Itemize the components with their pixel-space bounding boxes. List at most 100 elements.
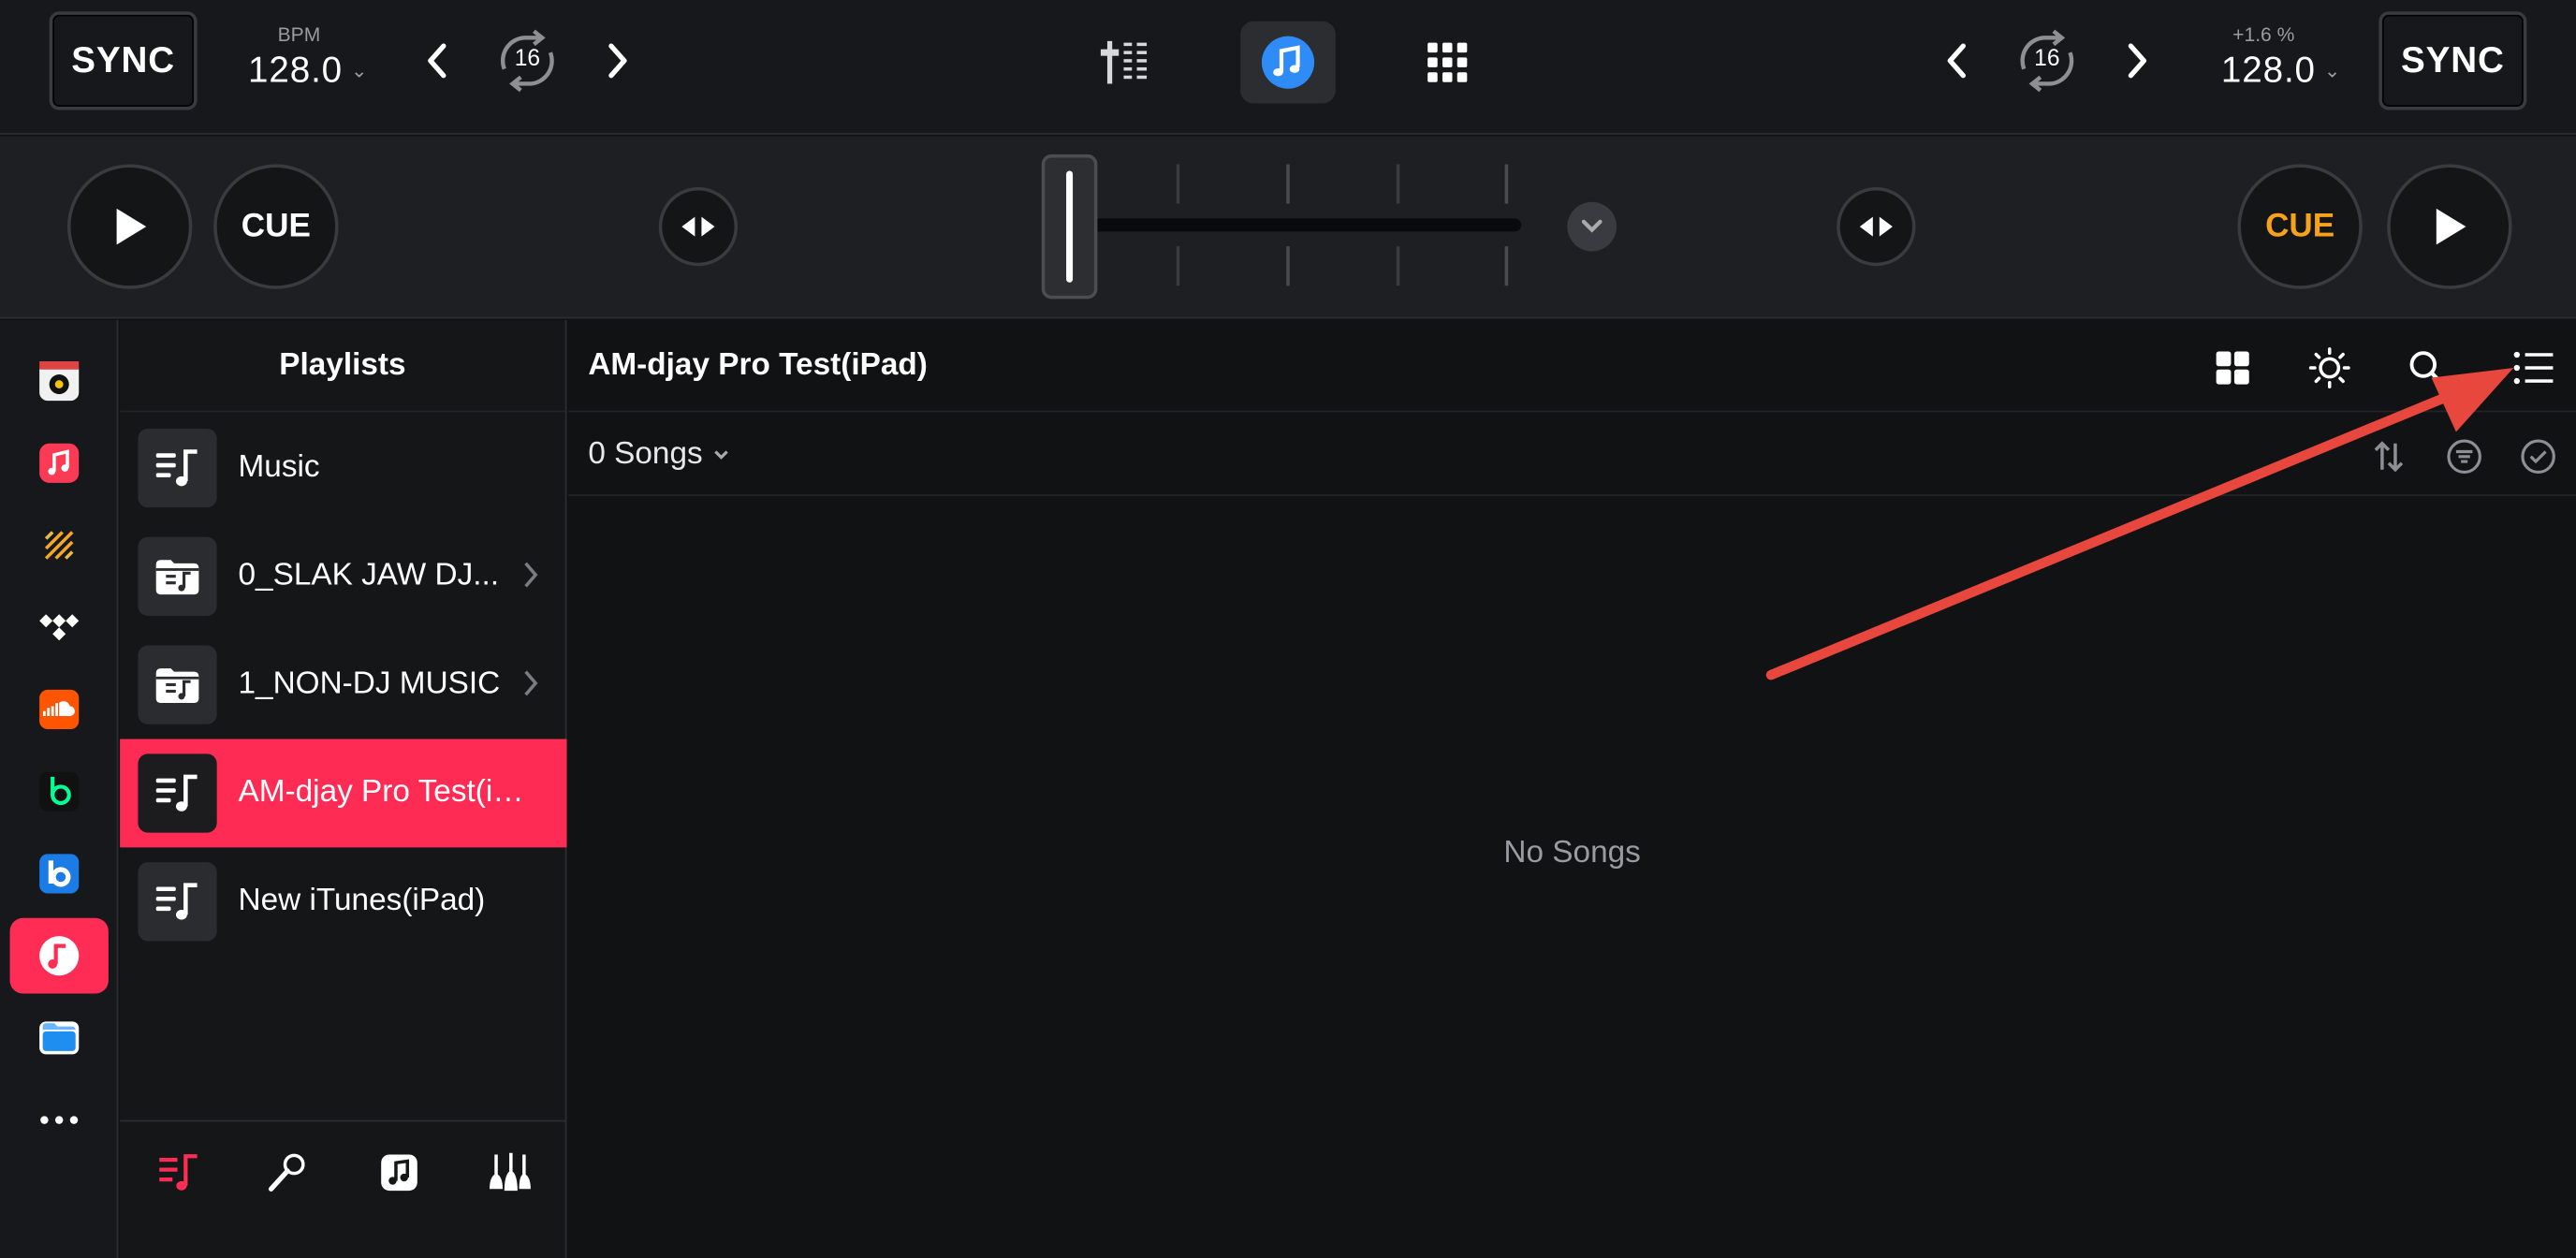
search-button[interactable] — [2405, 346, 2448, 389]
mixer-icon — [1100, 40, 1148, 84]
checkmark-circle-icon — [2521, 439, 2555, 475]
folder-icon — [138, 645, 217, 724]
tidal-icon — [39, 614, 80, 641]
chevron-down-icon — [1581, 219, 1603, 233]
bpm-label: BPM — [277, 22, 321, 47]
playlist-folder-non-dj-music[interactable]: 1_NON-DJ MUSIC — [120, 631, 566, 739]
left-cue-button[interactable]: CUE — [213, 164, 339, 289]
play-icon — [116, 208, 147, 245]
playlist-item-music[interactable]: Music — [120, 414, 566, 522]
song-count-label: 0 Songs — [588, 436, 703, 472]
playlist-folder-slak-jaw[interactable]: 0_SLAK JAW DJ... — [120, 522, 566, 631]
rail-item-beatport-streaming[interactable] — [10, 753, 109, 829]
playlist-label: Music — [238, 449, 320, 485]
genres-tab-icon[interactable] — [483, 1148, 539, 1197]
loop-size-label: 16 — [514, 44, 541, 71]
chevron-down-icon: ⌄ — [350, 59, 369, 82]
playlist-label: 0_SLAK JAW DJ... — [238, 558, 500, 593]
chevron-right-icon — [2128, 43, 2147, 79]
folder-icon — [138, 536, 217, 616]
chevron-left-icon — [428, 43, 446, 79]
crossfader-menu-button[interactable] — [1567, 201, 1617, 252]
pads-grid-icon — [1427, 42, 1468, 82]
beatport-icon — [39, 361, 80, 402]
chevron-down-icon: ⌄ — [2323, 59, 2342, 82]
loop-size-label: 16 — [2034, 44, 2060, 71]
playlist-item-am-djay-pro-test[interactable]: AM-djay Pro Test(iP... — [120, 739, 567, 848]
beatsource-icon — [44, 531, 74, 560]
left-loop-next-button[interactable] — [601, 37, 634, 86]
right-loop-button[interactable]: 16 — [2011, 26, 2083, 95]
files-icon — [39, 1021, 80, 1055]
grid-view-icon — [2216, 351, 2249, 385]
rail-item-music-library[interactable] — [9, 917, 109, 994]
left-sync-button[interactable]: SYNC — [49, 11, 198, 110]
playlists-tab-icon[interactable] — [151, 1148, 207, 1197]
filter-icon — [2447, 439, 2481, 475]
left-nudge-button[interactable] — [658, 187, 739, 267]
playlist-icon — [138, 753, 217, 833]
song-count-dropdown[interactable]: 0 Songs — [588, 437, 728, 474]
music-library-icon — [39, 936, 80, 976]
left-play-button[interactable] — [66, 164, 193, 289]
crossfader-knob[interactable] — [1041, 154, 1098, 300]
playlist-label: 1_NON-DJ MUSIC — [238, 666, 501, 702]
brightness-button[interactable] — [2308, 346, 2351, 389]
left-loop-prev-button[interactable] — [420, 37, 453, 86]
chevron-right-icon — [524, 562, 538, 588]
chevron-left-icon — [1947, 43, 1966, 79]
right-loop-prev-button[interactable] — [1940, 37, 1973, 86]
music-note-icon — [1261, 36, 1315, 89]
rail-item-apple-music[interactable] — [10, 425, 109, 501]
rail-item-files[interactable] — [10, 1001, 109, 1076]
pads-view-button[interactable] — [1399, 22, 1495, 104]
playlist-icon — [138, 862, 217, 942]
library-view-button[interactable] — [1240, 21, 1336, 104]
filter-button[interactable] — [2445, 437, 2484, 476]
library-main-panel: AM-djay Pro Test(iPad) 0 Songs No Songs — [568, 320, 2576, 1258]
empty-state-text: No Songs — [1503, 836, 1641, 870]
select-button[interactable] — [2519, 437, 2558, 476]
chevron-right-icon — [608, 43, 627, 79]
mixer-view-button[interactable] — [1077, 22, 1173, 104]
right-cue-button[interactable]: CUE — [2237, 164, 2363, 289]
apple-music-icon — [39, 443, 80, 483]
playlist-icon — [138, 428, 217, 508]
rail-item-more[interactable] — [10, 1082, 109, 1158]
play-icon — [2436, 208, 2466, 245]
rail-item-beatport[interactable] — [10, 344, 109, 419]
right-bpm-display[interactable]: +1.6 % 128.0 ⌄ — [2221, 23, 2369, 93]
nudge-icon — [1859, 216, 1893, 237]
artists-tab-icon[interactable] — [259, 1148, 315, 1197]
right-play-button[interactable] — [2387, 164, 2512, 289]
sort-button[interactable] — [2369, 437, 2408, 476]
right-bpm-value: 128.0 ⌄ — [2220, 49, 2342, 91]
nudge-icon — [681, 216, 715, 237]
left-bpm-display[interactable]: BPM 128.0 ⌄ — [248, 23, 396, 93]
source-rail — [0, 320, 119, 1258]
rail-item-beatsource-streaming[interactable] — [10, 836, 109, 912]
rail-item-tidal[interactable] — [10, 590, 109, 666]
list-view-button[interactable] — [2512, 346, 2555, 389]
brightness-icon — [2308, 347, 2350, 388]
right-loop-next-button[interactable] — [2121, 37, 2154, 86]
library-subheader: 0 Songs — [568, 414, 2576, 496]
right-nudge-button[interactable] — [1837, 187, 1916, 267]
soundcloud-icon — [39, 689, 80, 730]
chevron-right-icon — [524, 670, 538, 696]
rail-item-soundcloud[interactable] — [10, 672, 109, 748]
playlist-item-new-itunes[interactable]: New iTunes(iPad) — [120, 847, 566, 956]
playlists-panel: Playlists Music 0_SLAK JAW DJ... 1_NON-D… — [120, 320, 567, 1258]
top-bar: SYNC BPM 128.0 ⌄ 16 16 +1.6 % 128.0 ⌄ SY… — [0, 0, 2576, 135]
page-title: AM-djay Pro Test(iPad) — [588, 347, 928, 383]
grid-view-button[interactable] — [2211, 346, 2254, 389]
playlist-label: AM-djay Pro Test(iP... — [238, 775, 534, 811]
rail-item-beatsource[interactable] — [10, 507, 109, 583]
beatsource-streaming-icon — [39, 854, 80, 894]
library-header: AM-djay Pro Test(iPad) — [568, 320, 2576, 413]
crossfader-track[interactable] — [1067, 218, 1522, 232]
more-icon — [40, 1116, 79, 1124]
left-loop-button[interactable]: 16 — [491, 26, 564, 95]
albums-tab-icon[interactable] — [372, 1148, 428, 1197]
right-sync-button[interactable]: SYNC — [2378, 11, 2527, 110]
